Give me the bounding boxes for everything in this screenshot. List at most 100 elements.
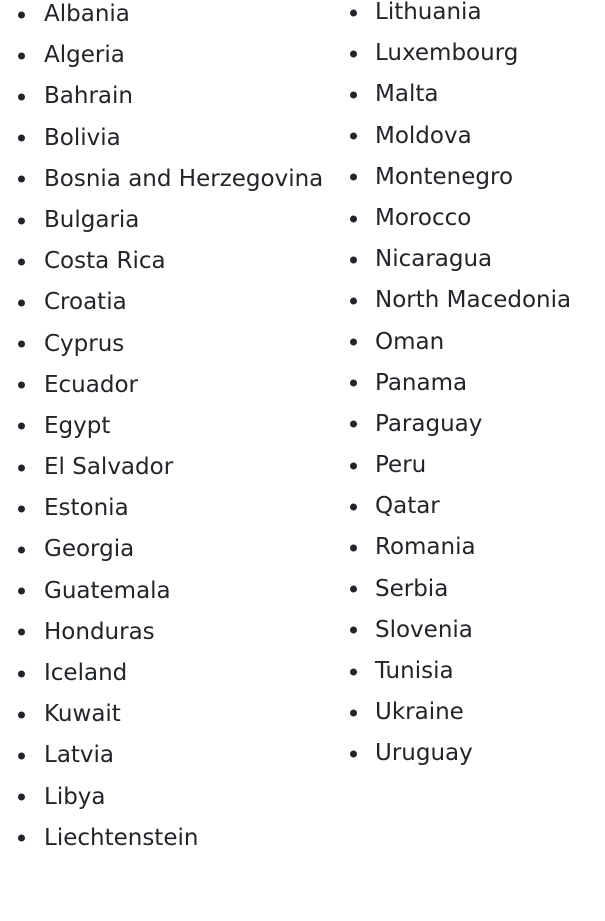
bullet-icon	[18, 628, 25, 636]
list-item: Kuwait	[0, 694, 323, 735]
country-name: North Macedonia	[375, 287, 572, 314]
bullet-icon	[350, 215, 357, 223]
country-list: Albania Algeria Bahrain Bolivia Bosnia and H…	[0, 0, 605, 921]
list-item: North Macedonia	[330, 280, 571, 321]
bullet-icon	[18, 546, 25, 554]
list-item: Libya	[0, 777, 323, 818]
country-name: Georgia	[44, 536, 135, 563]
list-item: Uruguay	[330, 733, 571, 774]
list-item: Costa Rica	[0, 241, 323, 282]
bullet-icon	[350, 420, 357, 428]
list-item: Malta	[330, 74, 571, 115]
country-name: Liechtenstein	[44, 824, 199, 851]
country-name: Bahrain	[44, 83, 133, 110]
list-item: Bosnia and Herzegovina	[0, 159, 323, 200]
country-name: Ukraine	[375, 699, 464, 726]
country-name: Morocco	[375, 204, 472, 231]
bullet-icon	[18, 505, 25, 513]
country-name: Peru	[375, 452, 427, 479]
country-name: Latvia	[44, 742, 115, 769]
country-name: Libya	[44, 783, 106, 810]
bullet-icon	[18, 422, 25, 430]
bullet-icon	[350, 132, 357, 140]
bullet-icon	[350, 256, 357, 264]
bullet-icon	[18, 793, 25, 801]
list-item: Latvia	[0, 735, 323, 776]
bullet-icon	[18, 340, 25, 348]
list-item: Cyprus	[0, 324, 323, 365]
list-item: Egypt	[0, 406, 323, 447]
country-name: Bolivia	[44, 124, 121, 151]
list-item: Panama	[330, 363, 571, 404]
list-item: Estonia	[0, 488, 323, 529]
country-name: Qatar	[375, 493, 440, 520]
country-name: Bulgaria	[44, 206, 140, 233]
country-name: Nicaragua	[375, 246, 493, 273]
bullet-icon	[18, 134, 25, 142]
bullet-icon	[18, 299, 25, 307]
country-name: Malta	[375, 81, 439, 108]
list-item: Moldova	[330, 116, 571, 157]
bullet-icon	[350, 709, 357, 717]
list-item: Qatar	[330, 486, 571, 527]
list-item: Croatia	[0, 282, 323, 323]
bullet-icon	[18, 711, 25, 719]
bullet-icon	[350, 297, 357, 305]
country-name: Bosnia and Herzegovina	[44, 165, 324, 192]
list-item: Morocco	[330, 198, 571, 239]
list-item: Peru	[330, 445, 571, 486]
country-name: Paraguay	[375, 410, 483, 437]
country-name: Uruguay	[375, 740, 473, 767]
country-name: Serbia	[375, 575, 449, 602]
country-name: Luxembourg	[375, 40, 519, 67]
bullet-icon	[18, 175, 25, 183]
country-name: Iceland	[44, 660, 128, 686]
list-item: Albania	[0, 0, 323, 35]
country-name: Cyprus	[44, 330, 125, 357]
list-item: Bulgaria	[0, 200, 323, 241]
country-name: El Salvador	[44, 454, 174, 481]
list-item: Honduras	[0, 612, 323, 653]
country-name: Honduras	[44, 618, 155, 645]
list-item: Guatemala	[0, 571, 323, 612]
list-item: Ukraine	[330, 692, 571, 733]
list-item: Slovenia	[330, 610, 571, 651]
bullet-icon	[350, 91, 357, 99]
country-list-left-column: Albania Algeria Bahrain Bolivia Bosnia and H…	[0, 0, 323, 859]
country-name: Ecuador	[44, 371, 138, 398]
country-name: Costa Rica	[44, 248, 166, 275]
bullet-icon	[350, 379, 357, 387]
country-name: Estonia	[44, 495, 129, 522]
list-item: Montenegro	[330, 157, 571, 198]
list-item: Luxembourg	[330, 33, 571, 74]
list-item: Lithuania	[330, 0, 571, 33]
bullet-icon	[18, 587, 25, 595]
bullet-icon	[350, 544, 357, 552]
bullet-icon	[18, 381, 25, 389]
bullet-icon	[350, 668, 357, 676]
list-item: Algeria	[0, 35, 323, 76]
bullet-icon	[18, 52, 25, 60]
bullet-icon	[18, 752, 25, 760]
bullet-icon	[350, 462, 357, 470]
country-name: Moldova	[375, 122, 472, 149]
bullet-icon	[350, 50, 357, 58]
bullet-icon	[350, 585, 357, 593]
bullet-icon	[18, 93, 25, 101]
list-item: Paraguay	[330, 404, 571, 445]
bullet-icon	[350, 626, 357, 634]
bullet-icon	[18, 834, 25, 842]
country-name: Egypt	[44, 412, 111, 439]
bullet-icon	[18, 11, 25, 19]
list-item: Liechtenstein	[0, 818, 323, 859]
country-name: Montenegro	[375, 163, 514, 190]
country-name: Albania	[44, 1, 130, 27]
list-item: Bahrain	[0, 76, 323, 117]
bullet-icon	[350, 173, 357, 181]
bullet-icon	[350, 338, 357, 346]
country-name: Algeria	[44, 42, 125, 69]
country-name: Panama	[375, 369, 468, 396]
bullet-icon	[350, 9, 357, 17]
bullet-icon	[350, 503, 357, 511]
bullet-icon	[18, 217, 25, 225]
